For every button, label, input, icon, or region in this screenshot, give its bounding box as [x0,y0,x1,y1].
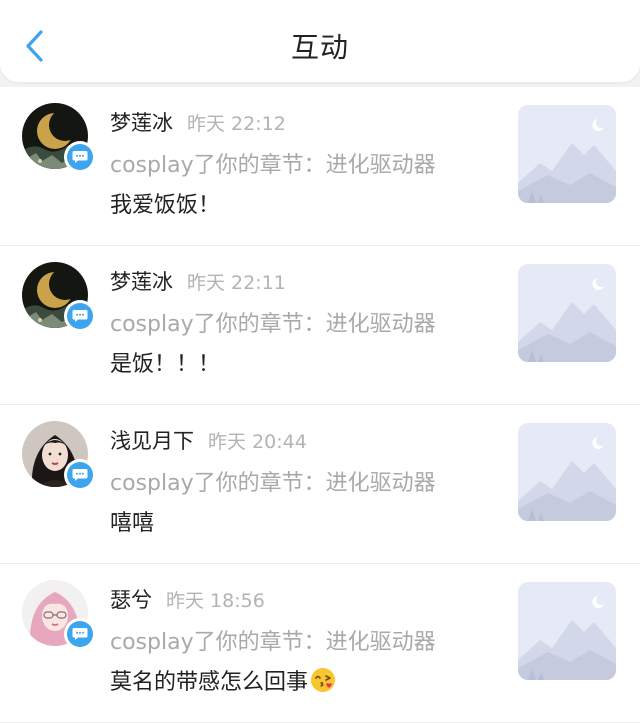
user-name[interactable]: 梦莲冰 [110,111,173,135]
comment-bubble-icon [72,469,88,481]
mountain-placeholder-icon [518,105,616,203]
item-header: 梦莲冰 昨天 22:11 [110,266,286,296]
item-header: 瑟兮 昨天 18:56 [110,584,265,614]
user-name[interactable]: 浅见月下 [110,429,194,453]
chapter-thumbnail[interactable] [518,582,616,680]
action-text: cosplay了你的章节：进化驱动器 [110,471,436,496]
mountain-placeholder-icon [518,423,616,521]
chapter-thumbnail[interactable] [518,264,616,362]
top-bar: 互动 [0,0,640,82]
chapter-thumbnail[interactable] [518,105,616,203]
item-header: 梦莲冰 昨天 22:12 [110,107,286,137]
comment-bubble-icon [72,310,88,322]
comment-line: 莫名的带感怎么回事 [110,664,336,696]
user-name[interactable]: 梦莲冰 [110,270,173,294]
action-text: cosplay了你的章节：进化驱动器 [110,312,436,337]
action-text: cosplay了你的章节：进化驱动器 [110,153,436,178]
user-name[interactable]: 瑟兮 [110,588,152,612]
list-item[interactable]: 瑟兮 昨天 18:56 cosplay了你的章节：进化驱动器 莫名的带感怎么回事 [0,564,640,723]
comment-badge [64,459,96,491]
timestamp: 昨天 22:11 [187,272,286,294]
timestamp: 昨天 20:44 [208,431,307,453]
comment-text: 嘻嘻 [110,511,155,536]
mountain-placeholder-icon [518,264,616,362]
item-header: 浅见月下 昨天 20:44 [110,425,307,455]
list-item[interactable]: 浅见月下 昨天 20:44 cosplay了你的章节：进化驱动器 嘻嘻 [0,405,640,564]
comment-badge [64,141,96,173]
comment-text: 我爱饭饭！ [110,193,221,218]
action-text: cosplay了你的章节：进化驱动器 [110,630,436,655]
page-title: 互动 [290,31,349,64]
kissing-face-emoji-icon [311,668,336,692]
timestamp: 昨天 18:56 [166,590,265,612]
chapter-thumbnail[interactable] [518,423,616,521]
comment-badge [64,618,96,650]
comment-badge [64,300,96,332]
comment-bubble-icon [72,628,88,640]
mountain-placeholder-icon [518,582,616,680]
list-item[interactable]: 梦莲冰 昨天 22:12 cosplay了你的章节：进化驱动器 我爱饭饭！ [0,87,640,246]
comment-text: 莫名的带感怎么回事 [110,670,309,695]
comment-bubble-icon [72,151,88,163]
interaction-list: 梦莲冰 昨天 22:12 cosplay了你的章节：进化驱动器 我爱饭饭！ 梦莲… [0,87,640,723]
comment-text: 是饭！！！ [110,352,221,377]
list-item[interactable]: 梦莲冰 昨天 22:11 cosplay了你的章节：进化驱动器 是饭！！！ [0,246,640,405]
timestamp: 昨天 22:12 [187,113,286,135]
